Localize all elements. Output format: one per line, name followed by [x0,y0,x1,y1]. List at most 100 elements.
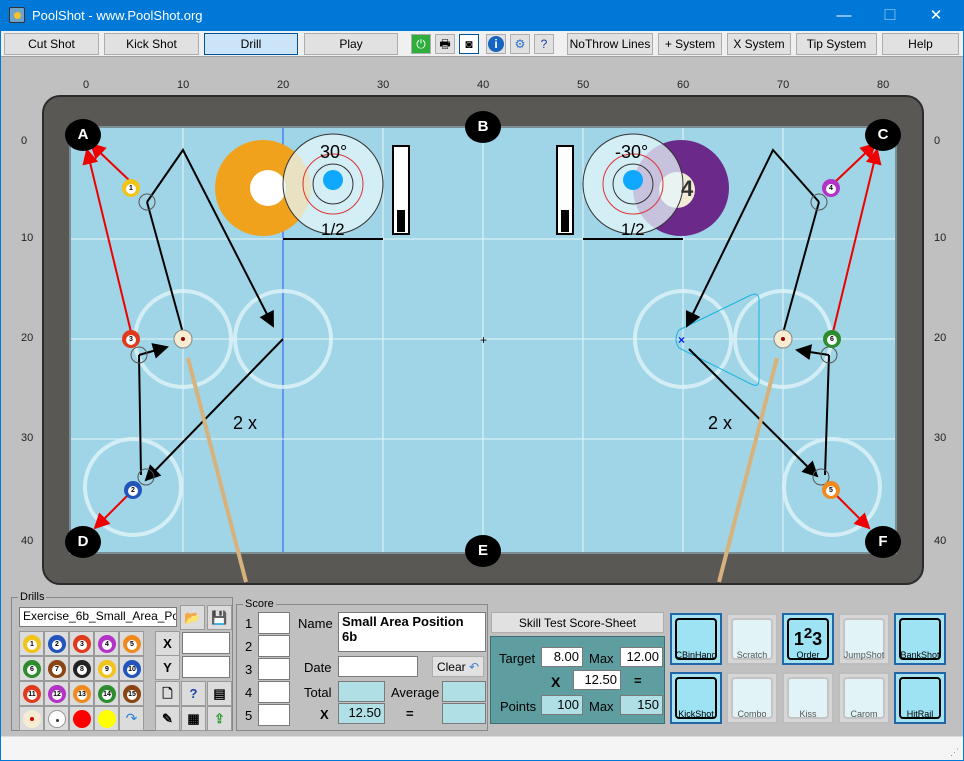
score-row-1-label: 1 [245,616,253,631]
redo-icon[interactable]: ↷ [119,706,144,731]
ball-button-2[interactable]: 2 [44,631,69,656]
total-output [338,681,385,702]
score-legend: Score [245,598,274,610]
points-max-output: 150 [620,695,663,715]
pocket-a[interactable]: A [65,119,101,151]
ball-button-3[interactable]: 3 [69,631,94,656]
object-ball-2[interactable]: 2 [124,481,142,499]
ball-button-7[interactable]: 7 [44,656,69,681]
date-input[interactable] [338,656,418,677]
target-label: Target [499,651,536,666]
ball-button-15[interactable]: 15 [119,681,144,706]
score-row-2-input[interactable] [258,635,290,657]
kick-shot-toggle[interactable]: KickShot [670,672,722,724]
ball-button-5[interactable]: 5 [119,631,144,656]
edit-notes-icon[interactable]: ✎ [155,706,180,731]
points-output: 100 [541,695,583,715]
score-multiplier-value: 12.50 [338,703,385,724]
target-input[interactable]: 8.00 [541,647,583,667]
ball-button-1[interactable]: 1 [19,631,44,656]
right-fraction: 1/2 [621,220,645,239]
resize-grip-icon[interactable]: ⋰ [950,747,959,758]
cue-stick-right [717,357,779,583]
points-label: Points [500,699,537,714]
object-ball-4[interactable]: 4 [822,179,840,197]
average-output [442,681,486,702]
x-coord-input[interactable] [182,632,230,654]
ball-button-11[interactable]: 11 [19,681,44,706]
pocket-c[interactable]: C [865,119,901,151]
pocket-b[interactable]: B [465,111,501,143]
hit-rail-toggle[interactable]: HitRail [894,672,946,724]
cb-in-hand-toggle[interactable]: CBinHand [670,613,722,665]
pocket-d[interactable]: D [65,526,101,558]
scratch-toggle[interactable]: Scratch [726,613,778,665]
score-row-3-label: 3 [245,662,253,677]
list-icon[interactable]: ▤ [207,681,232,706]
red-marker-button[interactable] [69,706,94,731]
object-ball-5[interactable]: 5 [822,481,840,499]
cue-ball-red-dot-button[interactable] [19,706,44,731]
export-icon[interactable]: ⇪ [207,706,232,731]
cue-stick-left [186,357,248,583]
center-spot: + [480,333,487,347]
yellow-marker-button[interactable] [94,706,119,731]
right-multiplier-label: 2 x [708,413,733,433]
ball-button-12[interactable]: 12 [44,681,69,706]
ball-button-4[interactable]: 4 [94,631,119,656]
open-folder-icon[interactable]: 📂 [180,605,205,630]
left-multiplier-label: 2 x [233,413,258,433]
skill-multiply-label: X [551,674,561,690]
x-coord-label: X [155,631,180,656]
target-max-input[interactable]: 12.00 [620,647,663,667]
left-cut-angle: 30° [320,142,348,162]
ball-button-14[interactable]: 14 [94,681,119,706]
ball-button-8[interactable]: 8 [69,656,94,681]
score-row-3-input[interactable] [258,658,290,680]
bank-shot-toggle[interactable]: BankShot [894,613,946,665]
target-x-marker: × [678,333,685,347]
ball-button-10[interactable]: 10 [119,656,144,681]
new-document-icon[interactable]: 🗋 [155,681,180,706]
save-icon[interactable]: 💾 [207,605,232,630]
cue-ball-button[interactable] [44,706,69,731]
kiss-toggle[interactable]: Kiss [782,672,834,724]
object-ball-6[interactable]: 6 [823,330,841,348]
object-ball-1[interactable]: 1 [122,179,140,197]
object-ball-3[interactable]: 3 [122,330,140,348]
drill-file-input[interactable]: Exercise_6b_Small_Area_Positio [19,607,177,627]
average-label: Average [391,685,440,700]
color-grid-icon[interactable]: ▦ [181,706,206,731]
cue-ball-right [773,329,793,349]
status-bar: ⋰ [1,736,963,760]
jump-shot-toggle[interactable]: JumpShot [838,613,890,665]
skill-equals-label: = [634,673,642,688]
order-toggle[interactable]: 123 Order [782,613,834,665]
y-coord-label: Y [155,655,180,680]
clear-button[interactable]: Clear ↶ [432,656,484,677]
right-cut-angle: -30° [615,142,649,162]
carom-toggle[interactable]: Carom [838,672,890,724]
combo-toggle[interactable]: Combo [726,672,778,724]
score-row-5-input[interactable] [258,704,290,726]
pocket-e[interactable]: E [465,535,501,567]
pocket-f[interactable]: F [865,526,901,558]
ball-button-6[interactable]: 6 [19,656,44,681]
score-row-5-label: 5 [245,708,253,723]
left-fraction: 1/2 [321,220,345,239]
ball-palette: 1 2 3 4 5 6 7 8 9 10 11 12 13 14 15 ↷ [19,631,144,731]
score-equals-label: = [406,706,414,721]
score-row-4-label: 4 [245,685,253,700]
right-aim-ball-number: 4 [681,176,694,201]
score-row-2-label: 2 [245,639,253,654]
ball-button-13[interactable]: 13 [69,681,94,706]
help-document-icon[interactable]: ? [181,681,206,706]
score-row-1-input[interactable] [258,612,290,634]
skill-multiplier-input[interactable]: 12.50 [573,670,621,690]
y-coord-input[interactable] [182,656,230,678]
ball-button-9[interactable]: 9 [94,656,119,681]
aim-diagram-left [215,133,410,240]
drill-name-input[interactable]: Small Area Position 6b [338,612,486,652]
skill-test-score-sheet-button[interactable]: Skill Test Score-Sheet [491,612,664,633]
score-row-4-input[interactable] [258,681,290,703]
